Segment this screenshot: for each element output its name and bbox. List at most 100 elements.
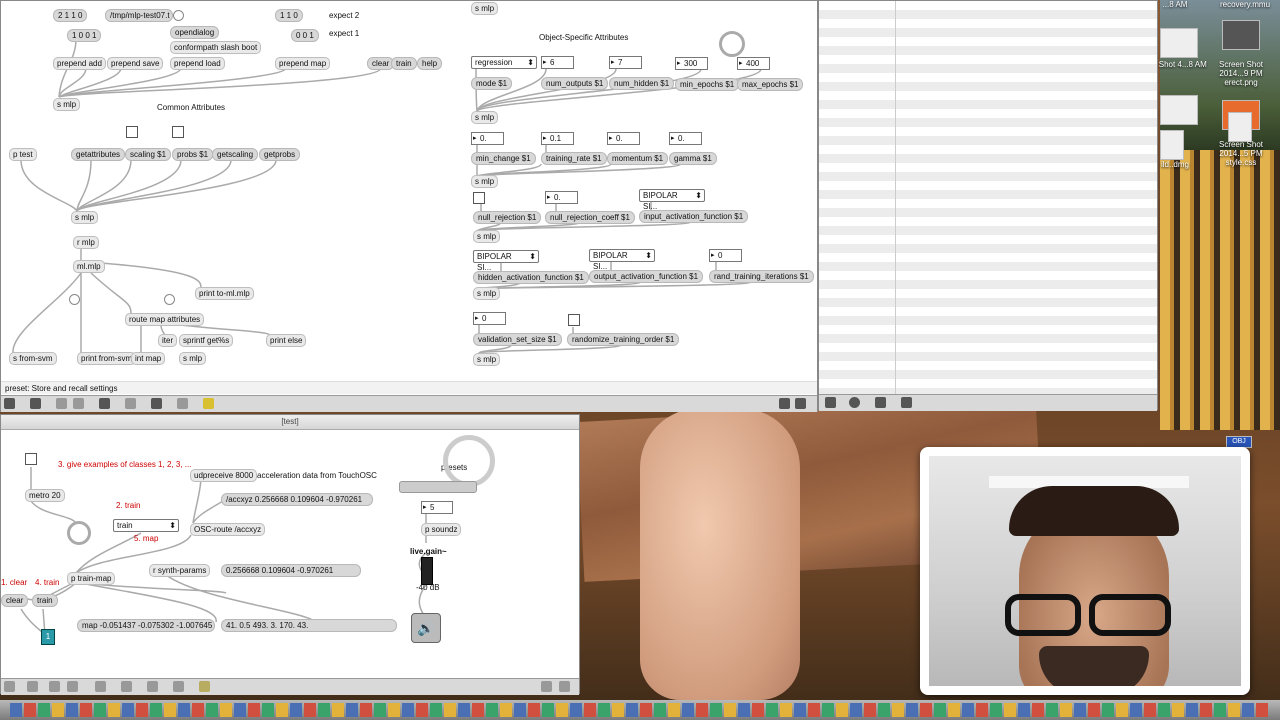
object-s-mlp[interactable]: s mlp bbox=[71, 211, 99, 224]
menu-train-mode[interactable]: train bbox=[113, 519, 179, 532]
info-icon[interactable] bbox=[121, 681, 132, 692]
object-s-mlp[interactable]: s mlp bbox=[471, 2, 499, 15]
object-metro[interactable]: metro 20 bbox=[25, 489, 65, 502]
object-udpreceive[interactable]: udpreceive 8000 bbox=[190, 469, 258, 482]
object-ml-mlp[interactable]: ml.mlp bbox=[73, 260, 105, 273]
object-s-from-svm[interactable]: s from-svm bbox=[9, 352, 57, 365]
message-train[interactable]: train bbox=[32, 594, 58, 607]
object-s-mlp[interactable]: s mlp bbox=[471, 175, 499, 188]
info-icon[interactable] bbox=[875, 397, 886, 408]
object-prepend-load[interactable]: prepend load bbox=[170, 57, 225, 70]
number-min-change[interactable]: 0. bbox=[471, 132, 504, 145]
toggle-scaling[interactable] bbox=[126, 126, 138, 138]
message-output-activation[interactable]: output_activation_function $1 bbox=[589, 270, 704, 283]
info-icon[interactable] bbox=[125, 398, 136, 409]
message-accxyz[interactable]: /accxyz 0.256668 0.109604 -0.970261 bbox=[221, 493, 373, 506]
clipboard-icon[interactable] bbox=[173, 681, 184, 692]
object-s-mlp[interactable]: s mlp bbox=[473, 353, 501, 366]
gain-slider[interactable] bbox=[421, 557, 433, 585]
toggle-probs[interactable] bbox=[172, 126, 184, 138]
message-rand-training[interactable]: rand_training_iterations $1 bbox=[709, 270, 814, 283]
message-randomize-order[interactable]: randomize_training_order $1 bbox=[567, 333, 680, 346]
presentation-icon[interactable] bbox=[30, 398, 41, 409]
number-min-epochs[interactable]: 300 bbox=[675, 57, 708, 70]
debug-icon[interactable] bbox=[147, 681, 158, 692]
message-momentum[interactable]: momentum $1 bbox=[607, 152, 669, 165]
message-accvals[interactable]: 0.256668 0.109604 -0.970261 bbox=[221, 564, 361, 577]
menu-mode[interactable]: regression bbox=[471, 56, 537, 69]
message-clear[interactable]: clear bbox=[1, 594, 29, 607]
message-001[interactable]: 0 0 1 bbox=[291, 29, 319, 42]
back-icon[interactable] bbox=[901, 397, 912, 408]
screenshot-icon[interactable] bbox=[1160, 28, 1198, 58]
message-min-change[interactable]: min_change $1 bbox=[471, 152, 536, 165]
number-class[interactable]: 1 bbox=[41, 629, 55, 645]
object-s-mlp[interactable]: s mlp bbox=[179, 352, 207, 365]
preset-bar[interactable] bbox=[399, 481, 477, 493]
bang-icon[interactable] bbox=[173, 10, 184, 21]
object-conformpath[interactable]: conformpath slash boot bbox=[170, 41, 262, 54]
message-getscaling[interactable]: getscaling bbox=[212, 148, 259, 161]
object-iter[interactable]: iter bbox=[158, 334, 178, 347]
number-gamma[interactable]: 0. bbox=[669, 132, 702, 145]
screenshot-icon[interactable] bbox=[1222, 20, 1260, 50]
number-momentum[interactable]: 0. bbox=[607, 132, 640, 145]
toggle-null-rejection[interactable] bbox=[473, 192, 485, 204]
message-null-rejection[interactable]: null_rejection $1 bbox=[473, 211, 542, 224]
object-s-mlp[interactable]: s mlp bbox=[473, 287, 501, 300]
split-view-icon[interactable] bbox=[541, 681, 552, 692]
object-prepend-save[interactable]: prepend save bbox=[107, 57, 164, 70]
message-training-rate[interactable]: training_rate $1 bbox=[541, 152, 607, 165]
new-object-icon[interactable] bbox=[203, 398, 214, 409]
number-hidden[interactable]: 7 bbox=[609, 56, 642, 69]
message-1001[interactable]: 1 0 0 1 bbox=[67, 29, 102, 42]
sidebar-icon[interactable] bbox=[559, 681, 570, 692]
object-p-soundz[interactable]: p soundz bbox=[421, 523, 462, 536]
message-train[interactable]: train bbox=[391, 57, 417, 70]
clear-icon[interactable] bbox=[825, 397, 836, 408]
debug-icon[interactable] bbox=[151, 398, 162, 409]
speaker-icon[interactable]: 🔊 bbox=[411, 613, 441, 643]
menu-input-activation[interactable]: BIPOLAR SI... bbox=[639, 189, 705, 211]
message-input-activation[interactable]: input_activation_function $1 bbox=[639, 210, 749, 223]
object-r-synth[interactable]: r synth-params bbox=[149, 564, 211, 577]
message-scaling[interactable]: scaling $1 bbox=[125, 148, 172, 161]
object-osc-route[interactable]: OSC-route /accxyz bbox=[190, 523, 266, 536]
screenshot-icon[interactable] bbox=[1160, 95, 1198, 125]
grid-icon[interactable] bbox=[56, 398, 67, 409]
disk-image-icon[interactable] bbox=[1160, 130, 1184, 160]
object-s-mlp[interactable]: s mlp bbox=[471, 111, 499, 124]
webcam-window[interactable] bbox=[920, 447, 1250, 695]
object-sprintf[interactable]: sprintf get%s bbox=[179, 334, 234, 347]
sidebar-icon[interactable] bbox=[795, 398, 806, 409]
number-validation[interactable]: 0 bbox=[473, 312, 506, 325]
new-object-icon[interactable] bbox=[199, 681, 210, 692]
snap-icon[interactable] bbox=[67, 681, 78, 692]
object-p-test[interactable]: p test bbox=[9, 148, 37, 161]
toggle-randomize-order[interactable] bbox=[568, 314, 580, 326]
bang-icon[interactable] bbox=[164, 294, 175, 305]
inspector-icon[interactable] bbox=[99, 398, 110, 409]
grid-icon[interactable] bbox=[49, 681, 60, 692]
menu-hidden-activation[interactable]: BIPOLAR SI... bbox=[473, 250, 539, 272]
message-opendialog[interactable]: opendialog bbox=[170, 26, 220, 39]
clipboard-icon[interactable] bbox=[177, 398, 188, 409]
message-min-epochs[interactable]: min_epochs $1 bbox=[675, 78, 740, 91]
number-training-rate[interactable]: 0.1 bbox=[541, 132, 574, 145]
message-map-output[interactable]: map -0.051437 -0.075302 -1.007645 bbox=[77, 619, 215, 632]
object-print-from-svm[interactable]: print from-svm bbox=[77, 352, 137, 365]
toggle-metro[interactable] bbox=[25, 453, 37, 465]
object-s-mlp[interactable]: s mlp bbox=[473, 230, 501, 243]
object-p-train-map[interactable]: p train-map bbox=[67, 572, 116, 585]
message-mode[interactable]: mode $1 bbox=[471, 77, 513, 90]
message-probs[interactable]: probs $1 bbox=[172, 148, 214, 161]
message-getattributes[interactable]: getattributes bbox=[71, 148, 126, 161]
dial-icon[interactable] bbox=[719, 31, 745, 57]
message-synth-values[interactable]: 41. 0.5 493. 3. 170. 43. bbox=[221, 619, 397, 632]
object-s-mlp[interactable]: s mlp bbox=[53, 98, 81, 111]
menu-output-activation[interactable]: BIPOLAR SI... bbox=[589, 249, 655, 271]
snap-icon[interactable] bbox=[73, 398, 84, 409]
message-110[interactable]: 1 1 0 bbox=[275, 9, 303, 22]
message-path[interactable]: /tmp/mlp-test07.t bbox=[105, 9, 173, 22]
message-null-rejection-coeff[interactable]: null_rejection_coeff $1 bbox=[545, 211, 635, 224]
